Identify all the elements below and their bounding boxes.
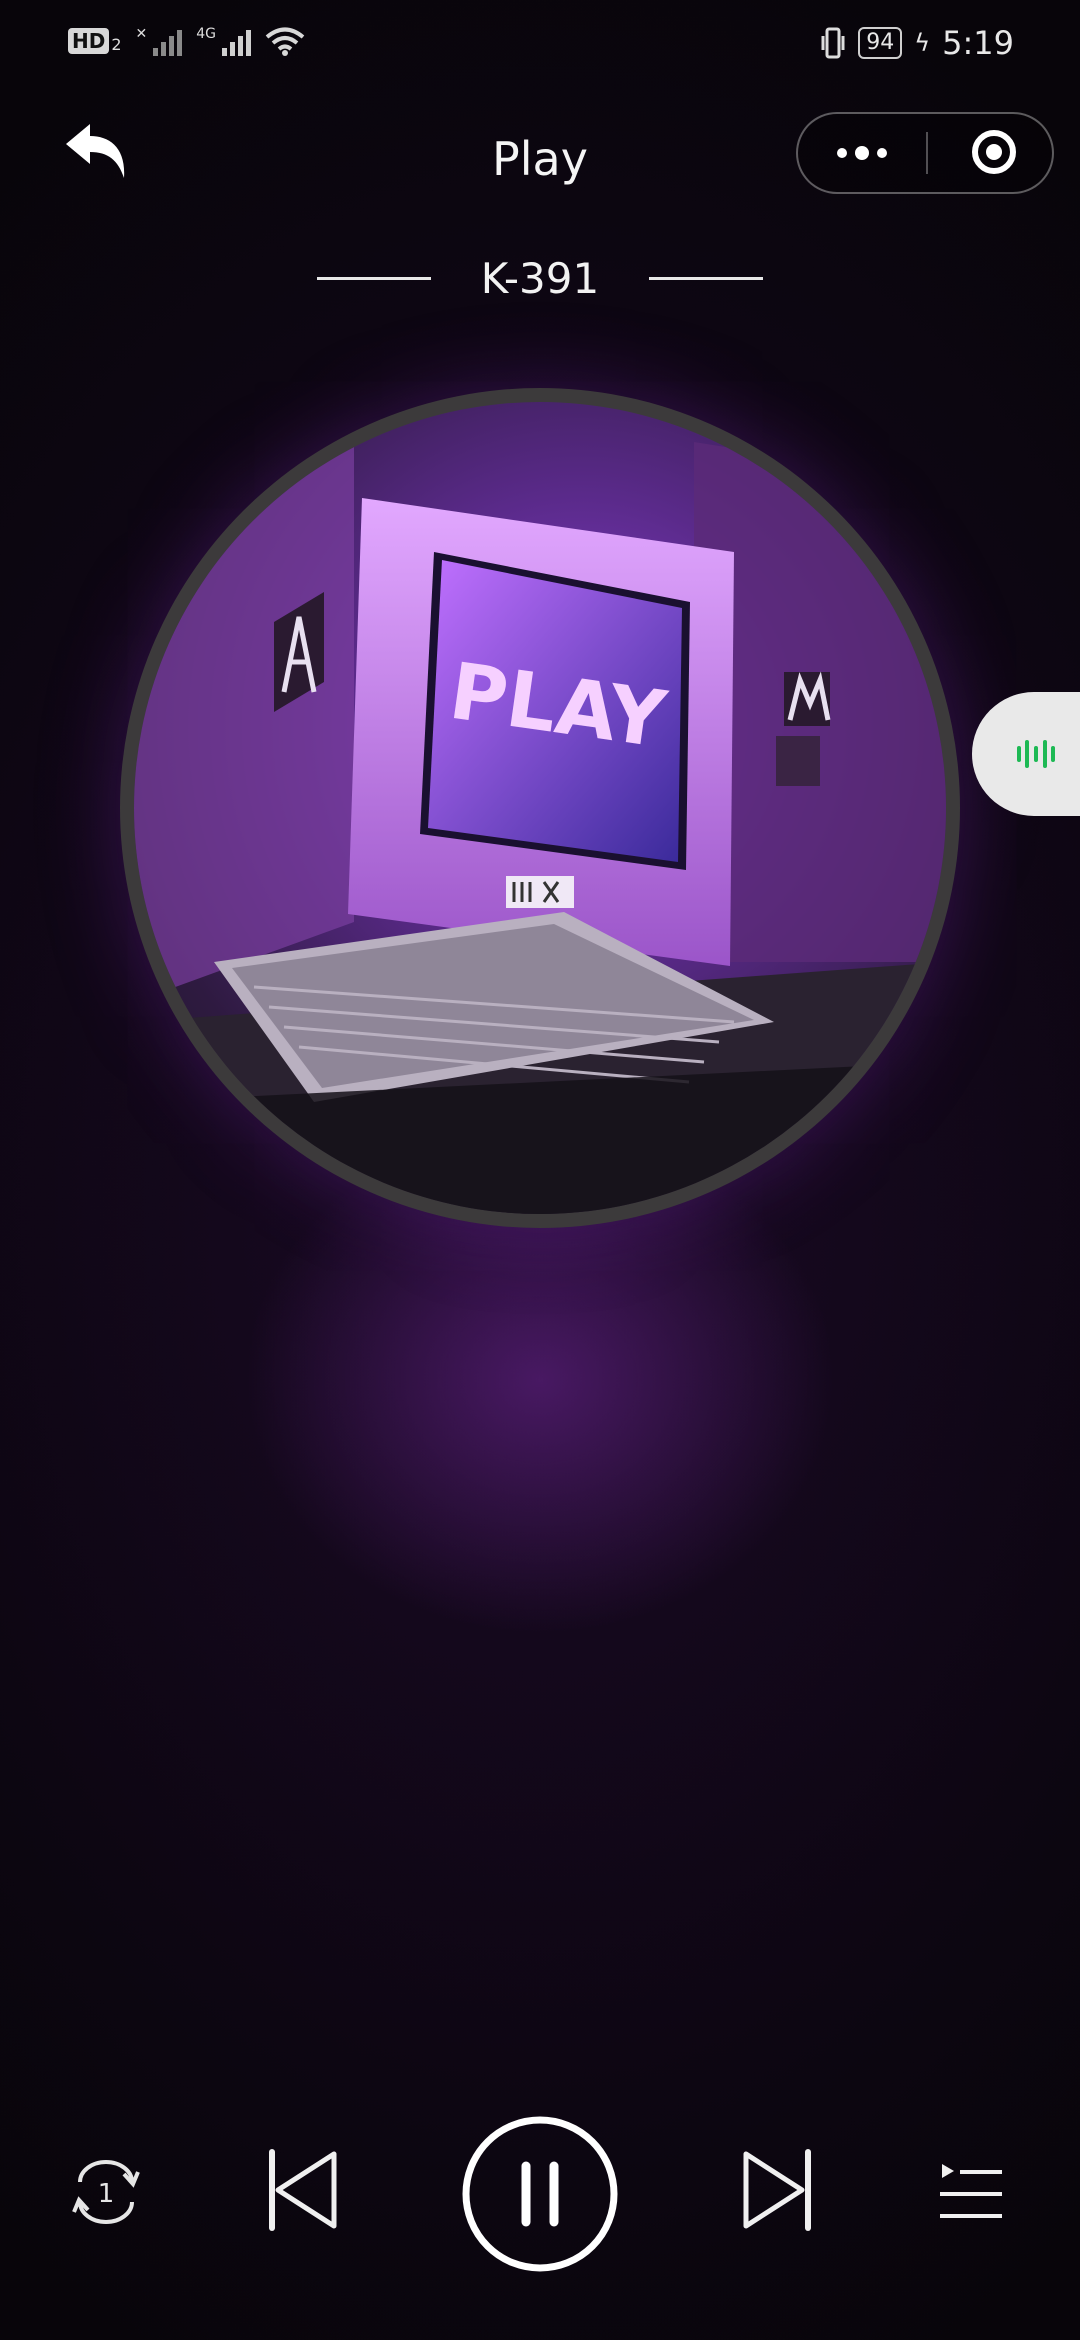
wall-left [134,422,354,1002]
clock: 5:19 [942,24,1014,62]
signal-icon-2 [222,26,252,56]
title-rule-left [316,277,431,280]
status-left: HD 2 ✕ 4G [68,26,305,56]
hd-label: HD [68,28,110,54]
album-art: PLAY [134,402,946,1214]
title-rule-right [649,277,764,280]
hd-sub: 2 [111,35,122,54]
mini-program-capsule [796,112,1054,194]
previous-icon[interactable] [266,2148,340,2232]
wifi-icon [265,27,305,56]
album-art-illustration: PLAY [134,422,946,1214]
track-title-row: K-391 [0,254,1080,303]
floating-player-tab[interactable] [972,692,1080,816]
repeat-one-icon[interactable]: 1 [66,2152,146,2232]
playlist-icon[interactable] [936,2160,1006,2226]
more-dots-icon[interactable] [798,114,926,192]
vibrate-icon [821,27,845,59]
album-disc[interactable]: PLAY [120,388,960,1228]
signal-icon [153,26,183,56]
pause-button[interactable] [460,2114,620,2274]
repeat-badge: 1 [98,2179,115,2209]
status-right: 94 ϟ 5:19 [820,24,1014,62]
battery-level: 94 [858,27,903,59]
audio-wave-icon [1017,740,1055,768]
status-bar: HD 2 ✕ 4G 94 ϟ 5:19 [0,0,1080,90]
monitor-badge [506,876,574,908]
charging-icon: ϟ [914,29,931,57]
no-sim-icon: ✕ [135,26,148,42]
network-label: 4G [196,26,217,42]
next-icon[interactable] [740,2148,814,2232]
track-name: K-391 [480,254,600,303]
capsule-divider [926,132,928,174]
hd-badge: HD 2 [68,28,122,54]
target-close-icon[interactable] [972,130,1016,174]
